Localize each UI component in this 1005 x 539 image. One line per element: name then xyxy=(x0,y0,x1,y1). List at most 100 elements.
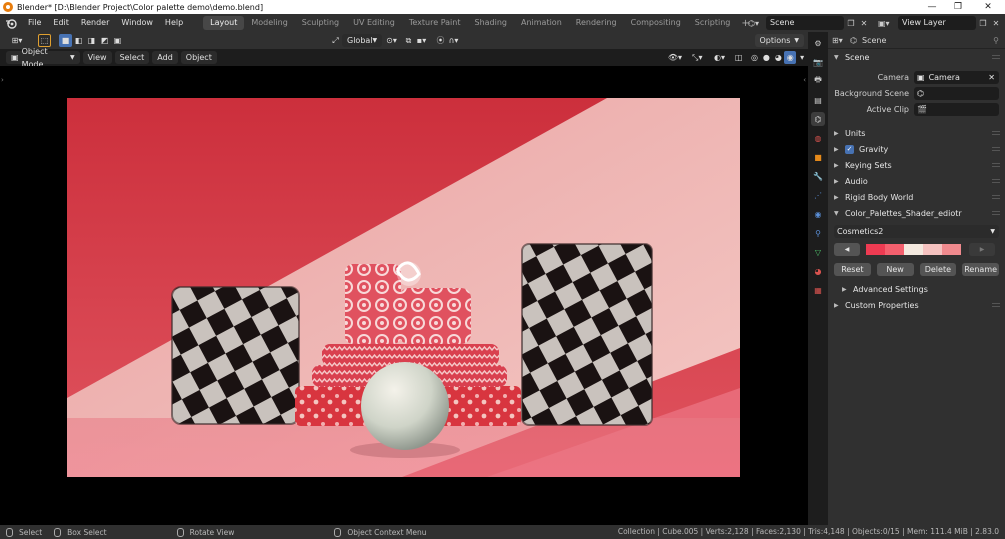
menu-render[interactable]: Render xyxy=(75,14,115,32)
panel-grip-icon[interactable] xyxy=(992,147,1000,151)
new-palette-button[interactable]: New xyxy=(876,262,914,276)
panel-keying-sets[interactable]: ▶ Keying Sets xyxy=(828,157,1005,173)
xray-icon[interactable]: ◫ xyxy=(733,51,745,64)
previous-palette-button[interactable]: ◀ xyxy=(834,242,860,256)
panel-gravity[interactable]: ▶ ✓ Gravity xyxy=(828,141,1005,157)
options-dropdown[interactable]: Options ▼ xyxy=(754,34,804,47)
swatch-2[interactable] xyxy=(885,243,904,255)
menu-file[interactable]: File xyxy=(22,14,47,32)
proportional-falloff-icon[interactable]: ∩▾ xyxy=(447,34,460,47)
toolbar-expand-icon[interactable]: › xyxy=(1,76,4,84)
rename-palette-button[interactable]: Rename xyxy=(962,262,999,276)
tab-shading[interactable]: Shading xyxy=(467,16,514,30)
menu-add[interactable]: Add xyxy=(152,51,178,64)
properties-editor-icon[interactable]: ⊞▾ xyxy=(832,36,850,45)
menu-help[interactable]: Help xyxy=(159,14,189,32)
select-invert-icon[interactable]: ◩ xyxy=(98,34,111,47)
render-tab-icon[interactable]: 📷 xyxy=(811,55,825,69)
menu-view[interactable]: View xyxy=(82,51,112,64)
snap-toggle-icon[interactable]: ⧉ xyxy=(402,34,415,47)
panel-grip-icon[interactable] xyxy=(992,163,1000,167)
next-palette-button[interactable]: ▶ xyxy=(969,242,995,256)
rendered-shading-icon[interactable]: ◉ xyxy=(784,51,797,64)
shading-options-icon[interactable]: ▾ xyxy=(796,51,808,64)
clear-camera-icon[interactable]: ✕ xyxy=(988,73,995,82)
scene-selector[interactable]: ⌬▾ Scene ❐ ✕ xyxy=(748,16,870,30)
mode-dropdown[interactable]: ▣ Object Mode ▼ xyxy=(6,47,80,69)
data-tab-icon[interactable]: ▽ xyxy=(811,245,825,259)
material-tab-icon[interactable]: ◕ xyxy=(811,264,825,278)
close-window-button[interactable]: ✕ xyxy=(973,0,1003,14)
panel-grip-icon[interactable] xyxy=(992,131,1000,135)
particles-tab-icon[interactable]: ⋰ xyxy=(811,188,825,202)
wireframe-shading-icon[interactable]: ◎ xyxy=(749,51,761,64)
tab-layout[interactable]: Layout xyxy=(203,16,245,30)
swatch-3[interactable] xyxy=(904,243,923,255)
tab-modeling[interactable]: Modeling xyxy=(244,16,294,30)
view-layer-tab-icon[interactable]: ▤ xyxy=(811,93,825,107)
view-layer-selector[interactable]: ▣▾ View Layer ❐ ✕ xyxy=(878,16,1002,30)
constraints-tab-icon[interactable]: ⚲ xyxy=(811,226,825,240)
active-clip-field[interactable]: 🎬 xyxy=(914,102,999,116)
panel-grip-icon[interactable] xyxy=(992,55,1000,59)
swatch-4[interactable] xyxy=(923,243,942,255)
select-subtract-icon[interactable]: ◨ xyxy=(85,34,98,47)
select-intersect-icon[interactable]: ▣ xyxy=(111,34,124,47)
tab-rendering[interactable]: Rendering xyxy=(569,16,624,30)
delete-palette-button[interactable]: Delete xyxy=(919,262,957,276)
world-tab-icon[interactable]: ◍ xyxy=(811,131,825,145)
tab-texture-paint[interactable]: Texture Paint xyxy=(402,16,468,30)
swatch-5[interactable] xyxy=(942,243,961,255)
panel-custom-properties[interactable]: ▶ Custom Properties xyxy=(828,297,1005,313)
panel-grip-icon[interactable] xyxy=(992,195,1000,199)
gravity-checkbox[interactable]: ✓ xyxy=(845,144,854,154)
swatch-1[interactable] xyxy=(866,243,885,255)
snap-element-icon[interactable]: ▪▾ xyxy=(415,34,428,47)
panel-units[interactable]: ▶ Units xyxy=(828,125,1005,141)
pivot-point-icon[interactable]: ⊙▾ xyxy=(385,34,398,47)
solid-shading-icon[interactable]: ● xyxy=(760,51,772,64)
gizmo-icon[interactable]: ⤡▾ xyxy=(688,51,706,64)
delete-scene-icon[interactable]: ✕ xyxy=(858,19,870,28)
proportional-edit-icon[interactable]: ⦿ xyxy=(434,34,447,47)
panel-audio[interactable]: ▶ Audio xyxy=(828,173,1005,189)
tab-uv-editing[interactable]: UV Editing xyxy=(346,16,402,30)
reset-button[interactable]: Reset xyxy=(834,262,871,276)
blender-menu-icon[interactable] xyxy=(0,14,22,32)
copy-view-layer-icon[interactable]: ❐ xyxy=(976,19,990,28)
maximize-button[interactable]: ❐ xyxy=(943,0,973,14)
output-tab-icon[interactable]: 🖶 xyxy=(811,74,825,88)
select-extend-icon[interactable]: ◧ xyxy=(72,34,85,47)
palette-dropdown[interactable]: Cosmetics2 ▼ xyxy=(834,224,999,238)
panel-scene[interactable]: ▼ Scene xyxy=(828,49,1005,65)
sidebar-expand-icon[interactable]: ‹ xyxy=(803,76,806,84)
texture-tab-icon[interactable]: ▦ xyxy=(811,283,825,297)
physics-tab-icon[interactable]: ◉ xyxy=(811,207,825,221)
material-shading-icon[interactable]: ◕ xyxy=(772,51,784,64)
tab-sculpting[interactable]: Sculpting xyxy=(295,16,346,30)
subpanel-advanced-settings[interactable]: ▶ Advanced Settings xyxy=(828,281,1005,297)
panel-grip-icon[interactable] xyxy=(992,303,1000,307)
panel-color-palettes[interactable]: ▼ Color_Palettes_Shader_ediotr xyxy=(828,205,1005,221)
overlay-icon[interactable]: ◐▾ xyxy=(710,51,728,64)
copy-scene-icon[interactable]: ❐ xyxy=(844,19,858,28)
3d-viewport[interactable]: › ‹ xyxy=(0,66,808,525)
tool-tab-icon[interactable]: ⚙ xyxy=(811,36,825,50)
background-scene-field[interactable]: ⌬ xyxy=(914,86,999,100)
menu-select[interactable]: Select xyxy=(114,51,150,64)
tab-compositing[interactable]: Compositing xyxy=(624,16,688,30)
panel-grip-icon[interactable] xyxy=(992,211,1000,215)
pin-icon[interactable]: ⚲ xyxy=(993,36,999,45)
menu-object[interactable]: Object xyxy=(180,51,217,64)
panel-rigid-body-world[interactable]: ▶ Rigid Body World xyxy=(828,189,1005,205)
tab-scripting[interactable]: Scripting xyxy=(688,16,738,30)
visibility-icon[interactable]: 👁▾ xyxy=(666,51,684,64)
panel-grip-icon[interactable] xyxy=(992,179,1000,183)
menu-edit[interactable]: Edit xyxy=(47,14,75,32)
orientation-dropdown[interactable]: Global ▼ xyxy=(342,34,382,47)
menu-window[interactable]: Window xyxy=(115,14,159,32)
object-tab-icon[interactable]: ■ xyxy=(811,150,825,164)
camera-field[interactable]: ▣ Camera ✕ xyxy=(914,70,999,84)
scene-tab-icon[interactable]: ⌬ xyxy=(811,112,825,126)
delete-view-layer-icon[interactable]: ✕ xyxy=(990,19,1002,28)
